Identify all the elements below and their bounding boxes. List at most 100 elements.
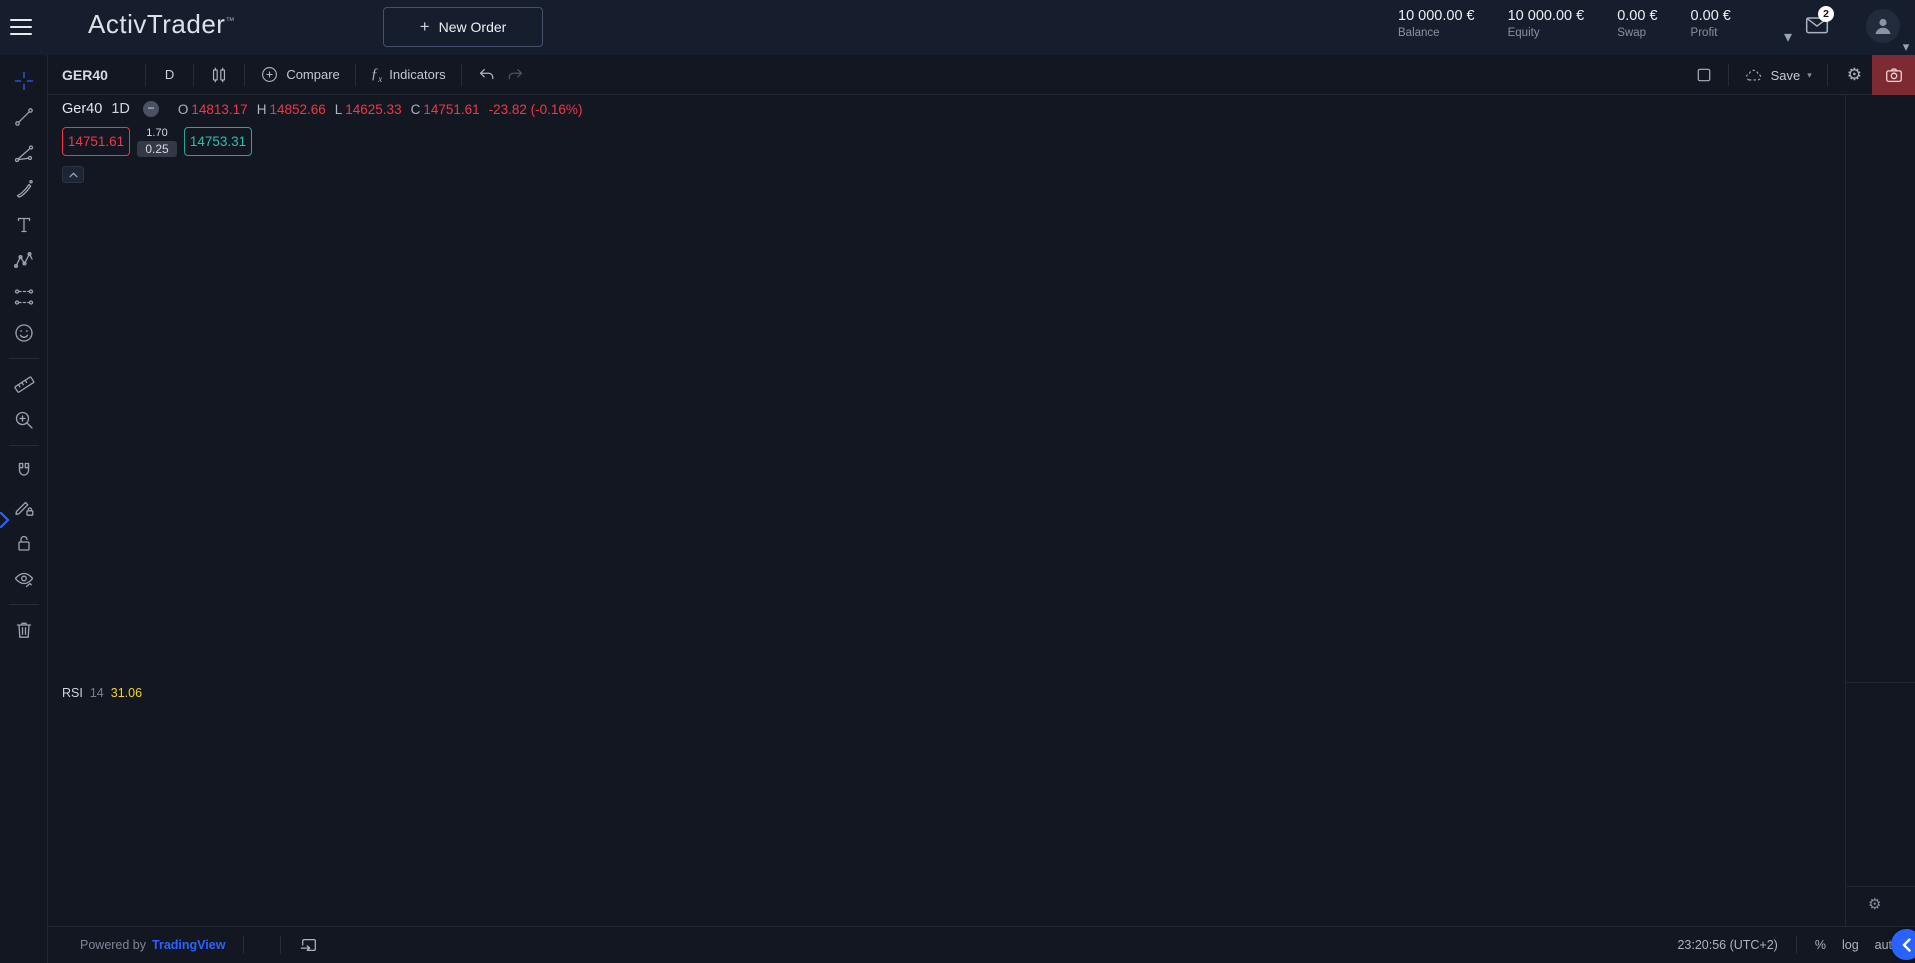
rsi-legend[interactable]: RSI 14 31.06 bbox=[62, 686, 142, 700]
remove-all-drawings-icon bbox=[13, 619, 35, 641]
account-stats: 10 000.00 € Balance 10 000.00 € Equity 0.00 … bbox=[1398, 8, 1731, 39]
fx-icon: ƒx bbox=[371, 66, 383, 84]
stat-label: Balance bbox=[1398, 27, 1475, 39]
panel-expand-icon[interactable] bbox=[0, 505, 11, 535]
redo-icon bbox=[507, 66, 525, 84]
text-tool-icon bbox=[13, 214, 35, 236]
chart-area: Ger40 1D − O14813.17 H14852.66 L14625.33… bbox=[48, 95, 1845, 926]
zoom-in-icon bbox=[13, 409, 35, 431]
topbar: ActivTrader™ + New Order 10 000.00 € Bala… bbox=[0, 0, 1915, 55]
hide-all-drawings-tool[interactable] bbox=[7, 562, 41, 596]
go-to-date-icon[interactable] bbox=[299, 936, 319, 954]
log-scale-button[interactable]: log bbox=[1842, 938, 1859, 952]
gann-fib-tools-tool[interactable] bbox=[7, 136, 41, 170]
crosshair-tool[interactable] bbox=[7, 64, 41, 98]
ruler-icon bbox=[13, 373, 35, 395]
mail-icon[interactable]: 2 bbox=[1804, 13, 1830, 37]
collapse-legend-button[interactable]: − bbox=[143, 101, 159, 117]
buy-button[interactable]: 14753.31 bbox=[184, 127, 252, 156]
layout-icon bbox=[1695, 66, 1713, 84]
stat-value: 0.00 € bbox=[1617, 8, 1657, 24]
collapse-indicators-button[interactable] bbox=[62, 166, 84, 183]
undo-icon bbox=[477, 66, 495, 84]
timeframe-button[interactable]: D bbox=[155, 67, 184, 82]
stat-label: Profit bbox=[1691, 27, 1731, 39]
remove-all-drawings-tool[interactable] bbox=[7, 613, 41, 647]
layout-select-button[interactable] bbox=[1689, 66, 1719, 84]
drawing-lock-icon bbox=[13, 496, 35, 518]
symbol-button[interactable]: GER40 bbox=[48, 67, 136, 83]
timezone-gear-icon[interactable]: ⚙ bbox=[1868, 895, 1881, 913]
crosshair-icon bbox=[13, 70, 35, 92]
redo-button[interactable] bbox=[501, 66, 531, 84]
legend-symbol[interactable]: Ger40 bbox=[62, 101, 102, 117]
account-stat: 0.00 € Swap bbox=[1617, 8, 1657, 39]
chevron-down-icon[interactable]: ▾ bbox=[1784, 27, 1792, 47]
trend-line-icon bbox=[13, 106, 35, 128]
powered-by-label: Powered by bbox=[80, 938, 146, 952]
chart-legend: Ger40 1D − O14813.17 H14852.66 L14625.33… bbox=[62, 101, 582, 183]
compare-label: Compare bbox=[286, 67, 339, 82]
screenshot-button[interactable] bbox=[1872, 55, 1915, 95]
emoji-icon bbox=[13, 322, 35, 344]
percent-scale-button[interactable]: % bbox=[1815, 938, 1826, 952]
magnet-icon bbox=[13, 460, 35, 482]
stat-value: 10 000.00 € bbox=[1398, 8, 1475, 24]
ruler-tool[interactable] bbox=[7, 367, 41, 401]
forecast-tool[interactable] bbox=[7, 280, 41, 314]
account-stat: 10 000.00 € Equity bbox=[1508, 8, 1585, 39]
brush-icon bbox=[13, 178, 35, 200]
app-logo: ActivTrader™ bbox=[88, 9, 235, 40]
account-stat: 0.00 € Profit bbox=[1691, 8, 1731, 39]
indicators-button[interactable]: ƒx Indicators bbox=[365, 66, 452, 84]
collapse-panel-icon[interactable] bbox=[1891, 929, 1915, 960]
gann-fib-tools-icon bbox=[13, 142, 35, 164]
ohlc-values: O14813.17 H14852.66 L14625.33 C14751.61 … bbox=[178, 102, 583, 117]
text-tool-tool[interactable] bbox=[7, 208, 41, 242]
chevron-down-icon[interactable]: ▾ bbox=[1903, 39, 1909, 55]
magnet-tool[interactable] bbox=[7, 454, 41, 488]
camera-icon bbox=[1884, 65, 1904, 85]
drawing-lock-tool[interactable] bbox=[7, 490, 41, 524]
chevron-down-icon: ▾ bbox=[1807, 70, 1812, 81]
undo-button[interactable] bbox=[471, 66, 501, 84]
stat-label: Swap bbox=[1617, 27, 1657, 39]
menu-icon[interactable] bbox=[10, 14, 32, 40]
candles-icon bbox=[209, 65, 229, 85]
avatar[interactable] bbox=[1866, 9, 1900, 43]
toolbar-divider bbox=[9, 358, 39, 359]
new-order-button[interactable]: + New Order bbox=[383, 7, 543, 47]
stat-value: 10 000.00 € bbox=[1508, 8, 1585, 24]
lock-all-drawings-tool[interactable] bbox=[7, 526, 41, 560]
cloud-icon bbox=[1744, 66, 1764, 84]
brush-tool[interactable] bbox=[7, 172, 41, 206]
mail-badge: 2 bbox=[1818, 6, 1834, 22]
save-label: Save bbox=[1771, 68, 1801, 83]
xabcd-pattern-icon bbox=[13, 250, 35, 272]
save-button[interactable]: Save ▾ bbox=[1738, 66, 1818, 84]
bottombar: Powered by TradingView 23:20:56 (UTC+2) … bbox=[48, 926, 1915, 963]
compare-button[interactable]: Compare bbox=[254, 65, 345, 84]
forecast-icon bbox=[13, 286, 35, 308]
new-order-label: New Order bbox=[439, 19, 507, 35]
clock[interactable]: 23:20:56 (UTC+2) bbox=[1677, 938, 1777, 952]
sell-button[interactable]: 14751.61 bbox=[62, 127, 130, 156]
spread-indicator: 1.70 0.25 bbox=[135, 127, 179, 157]
xabcd-pattern-tool[interactable] bbox=[7, 244, 41, 278]
chart-canvas[interactable] bbox=[48, 95, 1845, 926]
emoji-tool[interactable] bbox=[7, 316, 41, 350]
settings-gear-icon[interactable]: ⚙ bbox=[1837, 65, 1872, 85]
toolbar-divider bbox=[9, 604, 39, 605]
zoom-in-tool[interactable] bbox=[7, 403, 41, 437]
account-stat: 10 000.00 € Balance bbox=[1398, 8, 1475, 39]
chart-style-button[interactable] bbox=[203, 65, 235, 85]
tradingview-link[interactable]: TradingView bbox=[152, 938, 225, 952]
trend-line-tool[interactable] bbox=[7, 100, 41, 134]
price-axis[interactable]: ⚙ bbox=[1845, 95, 1915, 926]
toolbar-divider bbox=[9, 445, 39, 446]
lock-all-drawings-icon bbox=[13, 532, 35, 554]
stat-value: 0.00 € bbox=[1691, 8, 1731, 24]
change-value: -23.82 (-0.16%) bbox=[489, 102, 583, 117]
stat-label: Equity bbox=[1508, 27, 1585, 39]
legend-interval: 1D bbox=[111, 101, 130, 117]
